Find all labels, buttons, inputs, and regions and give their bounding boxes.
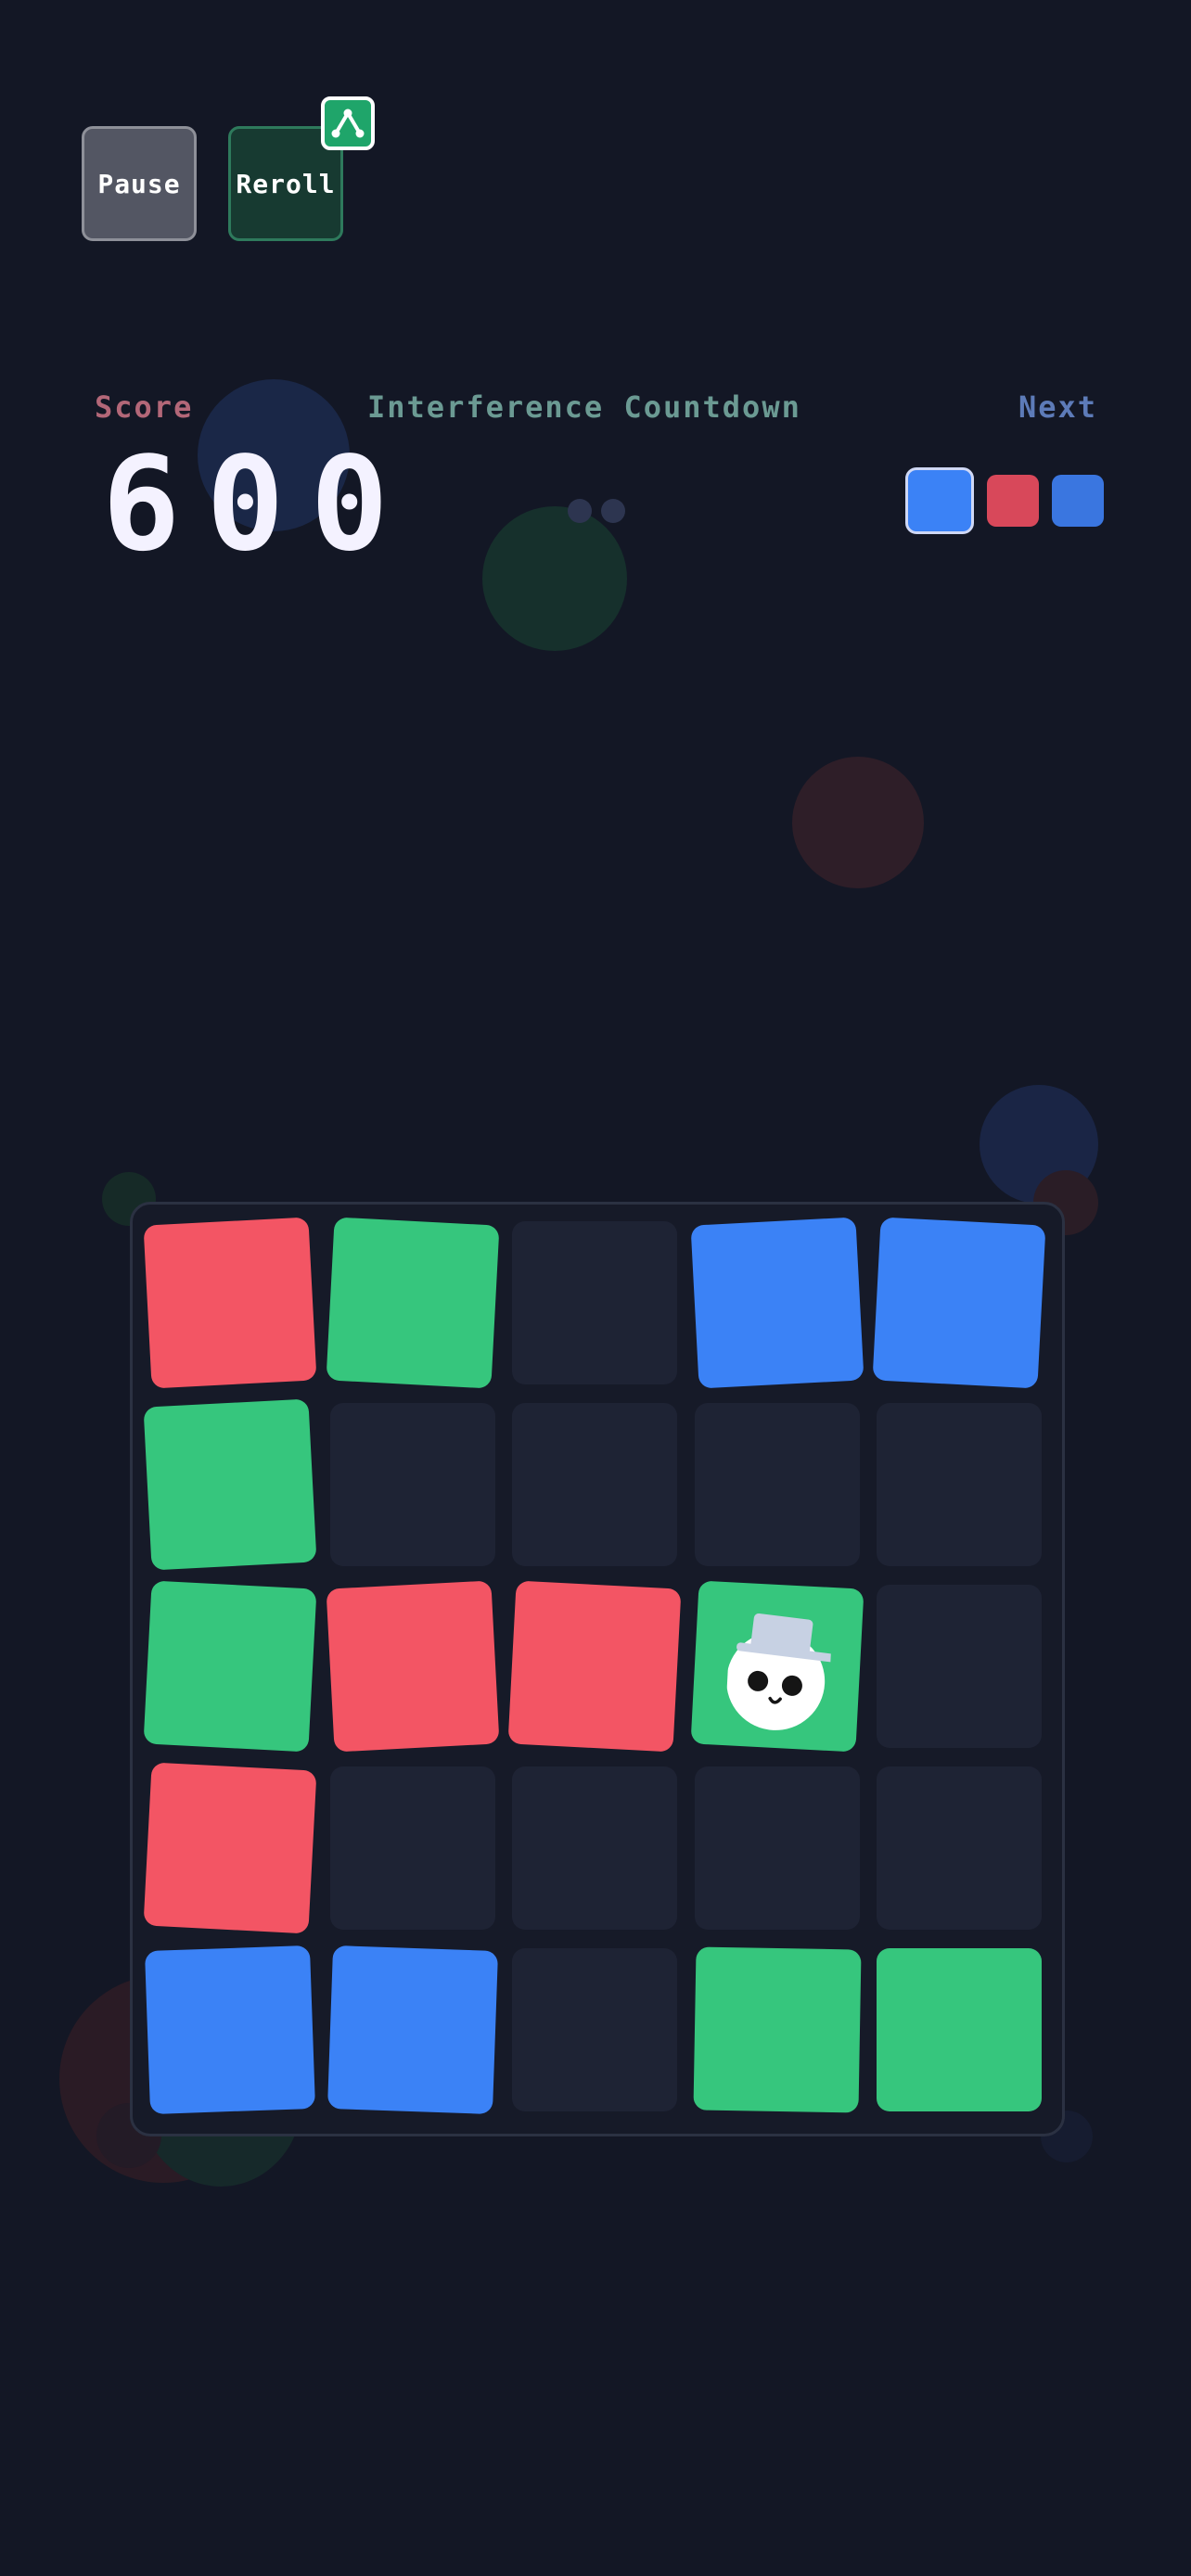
board-tile-red[interactable] [326, 1580, 499, 1753]
board-cell-empty[interactable] [512, 1403, 677, 1566]
game-board [130, 1202, 1065, 2136]
board-tile-green[interactable] [326, 1217, 499, 1389]
countdown-dot [568, 499, 592, 523]
board-tile-green[interactable] [143, 1580, 317, 1753]
board-cell-empty[interactable] [512, 1221, 677, 1384]
game-screen: Pause Reroll Score 600 Interference Coun… [0, 0, 1191, 2576]
board-cell-empty[interactable] [877, 1766, 1042, 1930]
share-icon[interactable] [321, 96, 375, 150]
next-piece-current [905, 467, 974, 534]
pause-button[interactable]: Pause [82, 126, 197, 241]
board-cell-empty[interactable] [877, 1403, 1042, 1566]
next-piece [987, 475, 1039, 527]
board-tile-green[interactable] [690, 1580, 864, 1753]
board-cell-empty[interactable] [512, 1766, 677, 1930]
board-tile-red[interactable] [143, 1217, 317, 1389]
board-cell-empty[interactable] [512, 1948, 677, 2111]
board-cell-empty[interactable] [329, 1766, 495, 1930]
board-cell-empty[interactable] [329, 1403, 495, 1566]
score-label: Score [95, 389, 194, 425]
countdown-dot [601, 499, 625, 523]
next-label: Next [1018, 389, 1098, 425]
board-tile-green[interactable] [692, 1946, 862, 2113]
score-value: 600 [102, 429, 415, 580]
board-tile-blue[interactable] [144, 1945, 316, 2115]
board-tile-blue[interactable] [690, 1217, 864, 1389]
board-tile-blue[interactable] [327, 1945, 498, 2115]
board-tile-green[interactable] [143, 1398, 317, 1571]
background-bubble [792, 757, 924, 888]
board-cell-empty[interactable] [694, 1766, 860, 1930]
board-cell-empty[interactable] [877, 1585, 1042, 1748]
board-tile-green[interactable] [877, 1948, 1042, 2111]
interference-countdown-label: Interference Countdown [367, 389, 801, 425]
board-cell-empty[interactable] [694, 1403, 860, 1566]
board-tile-red[interactable] [507, 1580, 682, 1753]
next-piece [1052, 475, 1104, 527]
board-tile-blue[interactable] [872, 1217, 1046, 1389]
background-bubble [482, 506, 627, 651]
top-hat-ghost-icon [724, 1599, 836, 1734]
board-tile-red[interactable] [143, 1762, 317, 1934]
